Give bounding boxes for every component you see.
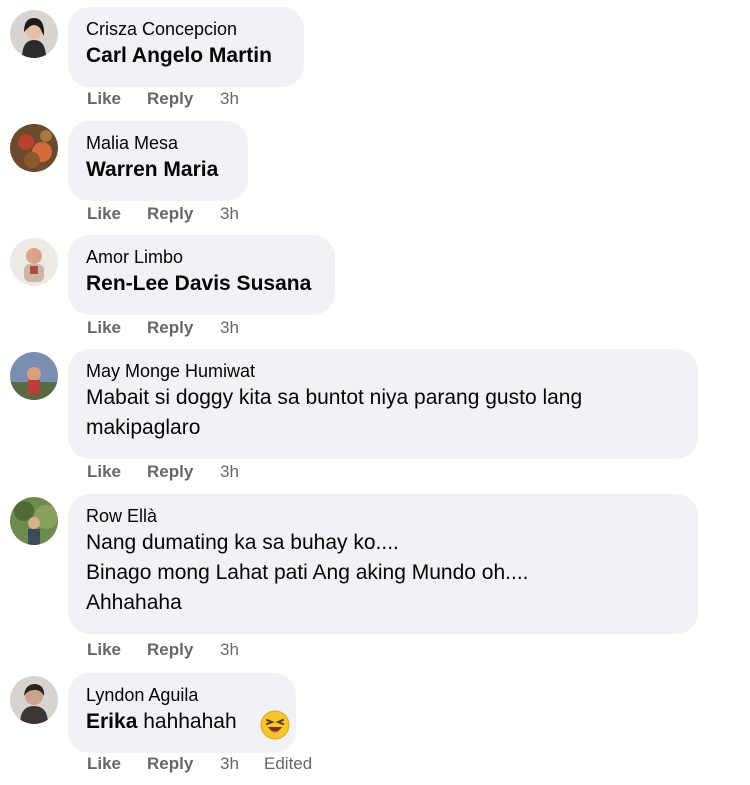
- comment-bubble: Amor Limbo Ren-Lee Davis Susana: [68, 235, 335, 315]
- comment-bubble: Row Ellà Nang dumating ka sa buhay ko...…: [68, 494, 698, 634]
- comment-timestamp[interactable]: 3h: [220, 89, 264, 109]
- avatar[interactable]: [10, 238, 58, 286]
- comment-bubble: Crisza Concepcion Carl Angelo Martin: [68, 7, 304, 87]
- comment-timestamp[interactable]: 3h: [220, 318, 264, 338]
- comment-actions: Like Reply 3h: [87, 318, 264, 338]
- edited-label[interactable]: Edited: [264, 754, 312, 774]
- comment-mention[interactable]: Ren-Lee Davis Susana: [86, 269, 317, 299]
- comment-text: Erika hahhahah: [86, 707, 278, 737]
- like-button[interactable]: Like: [87, 754, 147, 774]
- reply-button[interactable]: Reply: [147, 89, 220, 109]
- comment-author[interactable]: Row Ellà: [86, 504, 680, 528]
- comment-author[interactable]: Malia Mesa: [86, 131, 230, 155]
- comment-text-line: Binago mong Lahat pati Ang aking Mundo o…: [86, 561, 529, 584]
- comment-actions: Like Reply 3h: [87, 640, 264, 660]
- comment-bubble: May Monge Humiwat Mabait si doggy kita s…: [68, 349, 698, 459]
- like-button[interactable]: Like: [87, 89, 147, 109]
- comment-actions: Like Reply 3h: [87, 462, 264, 482]
- comment-timestamp[interactable]: 3h: [220, 204, 264, 224]
- comment-text-line: Ahhahaha: [86, 591, 182, 614]
- comment-text-body: hahhahah: [143, 710, 237, 733]
- reply-button[interactable]: Reply: [147, 754, 220, 774]
- reply-button[interactable]: Reply: [147, 204, 220, 224]
- like-button[interactable]: Like: [87, 462, 147, 482]
- comment-author[interactable]: Crisza Concepcion: [86, 17, 286, 41]
- reply-button[interactable]: Reply: [147, 462, 220, 482]
- like-button[interactable]: Like: [87, 204, 147, 224]
- comment-timestamp[interactable]: 3h: [220, 462, 264, 482]
- like-button[interactable]: Like: [87, 318, 147, 338]
- comment-actions: Like Reply 3h: [87, 89, 264, 109]
- avatar[interactable]: [10, 352, 58, 400]
- laughing-emoji-icon: [260, 710, 290, 740]
- comment-mention[interactable]: Carl Angelo Martin: [86, 41, 286, 71]
- comment-text-line: Mabait si doggy kita sa buntot niya para…: [86, 386, 583, 409]
- avatar[interactable]: [10, 676, 58, 724]
- avatar[interactable]: [10, 124, 58, 172]
- comment-author[interactable]: May Monge Humiwat: [86, 359, 680, 383]
- comment-actions: Like Reply 3h Edited: [87, 754, 312, 774]
- comment-timestamp[interactable]: 3h: [220, 754, 264, 774]
- comment-timestamp[interactable]: 3h: [220, 640, 264, 660]
- avatar[interactable]: [10, 497, 58, 545]
- comment-author[interactable]: Lyndon Aguila: [86, 683, 278, 707]
- reply-button[interactable]: Reply: [147, 640, 220, 660]
- like-button[interactable]: Like: [87, 640, 147, 660]
- comment-mention[interactable]: Erika: [86, 710, 137, 733]
- reply-button[interactable]: Reply: [147, 318, 220, 338]
- comment-text-line: Nang dumating ka sa buhay ko....: [86, 531, 399, 554]
- comment-bubble: Malia Mesa Warren Maria: [68, 121, 248, 201]
- comment-text-line: makipaglaro: [86, 416, 201, 439]
- avatar[interactable]: [10, 10, 58, 58]
- comment-actions: Like Reply 3h: [87, 204, 264, 224]
- comment-author[interactable]: Amor Limbo: [86, 245, 317, 269]
- comment-mention[interactable]: Warren Maria: [86, 155, 230, 185]
